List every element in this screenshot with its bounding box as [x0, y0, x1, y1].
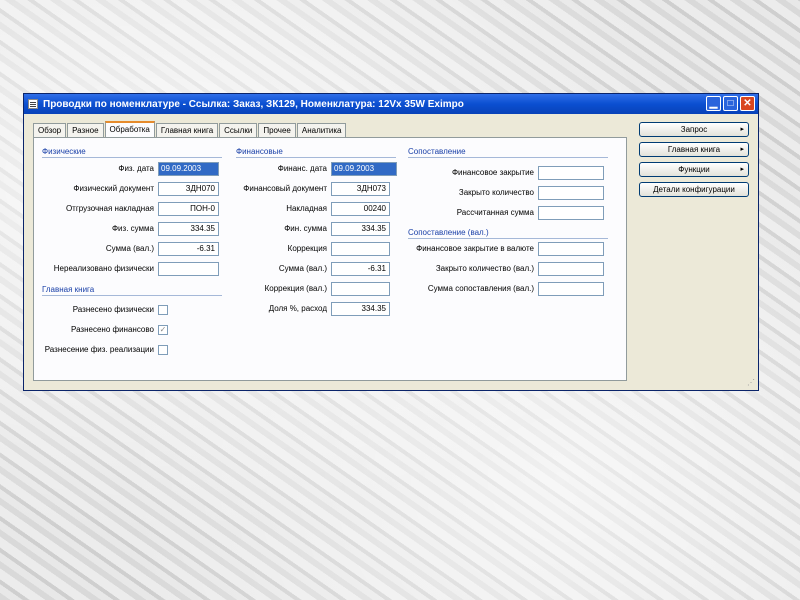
fin-closing-cur-field[interactable] [538, 242, 604, 256]
posted-physical-checkbox[interactable] [158, 305, 168, 315]
closed-qty-cur-label: Закрыто количество (вал.) [435, 264, 534, 273]
fin-date-label: Финанс. дата [277, 164, 327, 173]
tab-overview[interactable]: Обзор [33, 123, 67, 137]
closed-qty-field[interactable] [538, 186, 604, 200]
invoice-field[interactable]: 00240 [331, 202, 390, 216]
functions-button[interactable]: Функции ▸ [639, 162, 749, 177]
tab-general-ledger[interactable]: Главная книга [155, 123, 219, 137]
tab-references[interactable]: Ссылки [219, 123, 258, 137]
config-details-button[interactable]: Детали конфигурации [639, 182, 749, 197]
fin-closing-field[interactable] [538, 166, 604, 180]
phys-amount-field[interactable]: 334.35 [158, 222, 219, 236]
phys-amount-cur-field[interactable]: -6.31 [158, 242, 219, 256]
closed-qty-label: Закрыто количество [458, 188, 534, 197]
fin-doc-field[interactable]: ЗДН073 [331, 182, 390, 196]
tab-misc[interactable]: Разное [67, 123, 104, 137]
window-title: Проводки по номенклатуре - Ссылка: Заказ… [43, 98, 464, 110]
close-button[interactable]: ✕ [740, 96, 755, 111]
share-field[interactable]: 334.35 [331, 302, 390, 316]
correction-field[interactable] [331, 242, 390, 256]
posted-financial-label: Разнесено финансово [71, 325, 154, 334]
section-ledger-title: Главная книга [42, 285, 95, 294]
section-financial: Финансовые [236, 147, 396, 158]
section-financial-title: Финансовые [236, 147, 283, 156]
minimize-button[interactable]: ▁ [706, 96, 721, 111]
posted-realization-checkbox[interactable] [158, 345, 168, 355]
fin-date-field[interactable]: 09.09.2003 [331, 162, 397, 176]
phys-amount-label: Физ. сумма [111, 224, 154, 233]
fin-amount-field[interactable]: 334.35 [331, 222, 390, 236]
title-bar[interactable]: Проводки по номенклатуре - Ссылка: Заказ… [24, 94, 758, 114]
packing-slip-field[interactable]: ПОН-0 [158, 202, 219, 216]
tab-analytics[interactable]: Аналитика [296, 123, 347, 137]
posted-physical-label: Разнесено физически [72, 305, 154, 314]
functions-button-label: Функции [678, 165, 710, 174]
section-physical-title: Физические [42, 147, 86, 156]
maximize-button[interactable]: □ [723, 96, 738, 111]
form-icon [28, 99, 38, 109]
tab-strip: Обзор Разное Обработка Главная книга Ссы… [33, 121, 347, 137]
section-matching: Сопоставление [408, 147, 608, 158]
calc-amount-field[interactable] [538, 206, 604, 220]
ledger-button-label: Главная книга [667, 145, 721, 154]
phys-doc-label: Физический документ [73, 184, 154, 193]
fin-amount-cur-label: Сумма (вал.) [278, 264, 327, 273]
arrow-right-icon: ▸ [740, 126, 744, 133]
arrow-right-icon: ▸ [740, 146, 744, 153]
phys-date-field[interactable]: 09.09.2003 [158, 162, 219, 176]
tab-panel: Физические Физ. дата 09.09.2003 Физическ… [33, 137, 627, 381]
match-amount-cur-label: Сумма сопоставления (вал.) [427, 284, 534, 293]
correction-label: Коррекция [287, 244, 327, 253]
posted-financial-checkbox[interactable]: ✓ [158, 325, 168, 335]
tab-processing[interactable]: Обработка [104, 121, 155, 137]
fin-closing-label: Финансовое закрытие [451, 168, 534, 177]
unrealized-field[interactable] [158, 262, 219, 276]
inquiry-button[interactable]: Запрос ▸ [639, 122, 749, 137]
calc-amount-label: Рассчитанная сумма [456, 208, 534, 217]
correction-cur-field[interactable] [331, 282, 390, 296]
phys-date-label: Физ. дата [118, 164, 154, 173]
posted-realization-label: Разнесение физ. реализации [44, 345, 154, 354]
inquiry-button-label: Запрос [680, 125, 708, 134]
closed-qty-cur-field[interactable] [538, 262, 604, 276]
section-matching-cur: Сопоставление (вал.) [408, 228, 608, 239]
fin-amount-label: Фин. сумма [284, 224, 327, 233]
transactions-window: Проводки по номенклатуре - Ссылка: Заказ… [23, 93, 759, 391]
section-physical: Физические [42, 147, 222, 158]
tab-other[interactable]: Прочее [258, 123, 296, 137]
section-matching-title: Сопоставление [408, 147, 466, 156]
packing-slip-label: Отгрузочная накладная [65, 204, 154, 213]
ledger-button[interactable]: Главная книга ▸ [639, 142, 749, 157]
fin-amount-cur-field[interactable]: -6.31 [331, 262, 390, 276]
correction-cur-label: Коррекция (вал.) [264, 284, 327, 293]
unrealized-label: Нереализовано физически [53, 264, 154, 273]
fin-doc-label: Финансовый документ [243, 184, 327, 193]
invoice-label: Накладная [286, 204, 327, 213]
section-matching-cur-title: Сопоставление (вал.) [408, 228, 489, 237]
fin-closing-cur-label: Финансовое закрытие в валюте [416, 244, 534, 253]
arrow-right-icon: ▸ [740, 166, 744, 173]
phys-amount-cur-label: Сумма (вал.) [105, 244, 154, 253]
section-ledger: Главная книга [42, 285, 222, 296]
phys-doc-field[interactable]: ЗДН070 [158, 182, 219, 196]
share-label: Доля %, расход [268, 304, 327, 313]
resize-grip-icon[interactable]: ⋰ [747, 378, 755, 387]
config-details-button-label: Детали конфигурации [653, 185, 735, 194]
match-amount-cur-field[interactable] [538, 282, 604, 296]
